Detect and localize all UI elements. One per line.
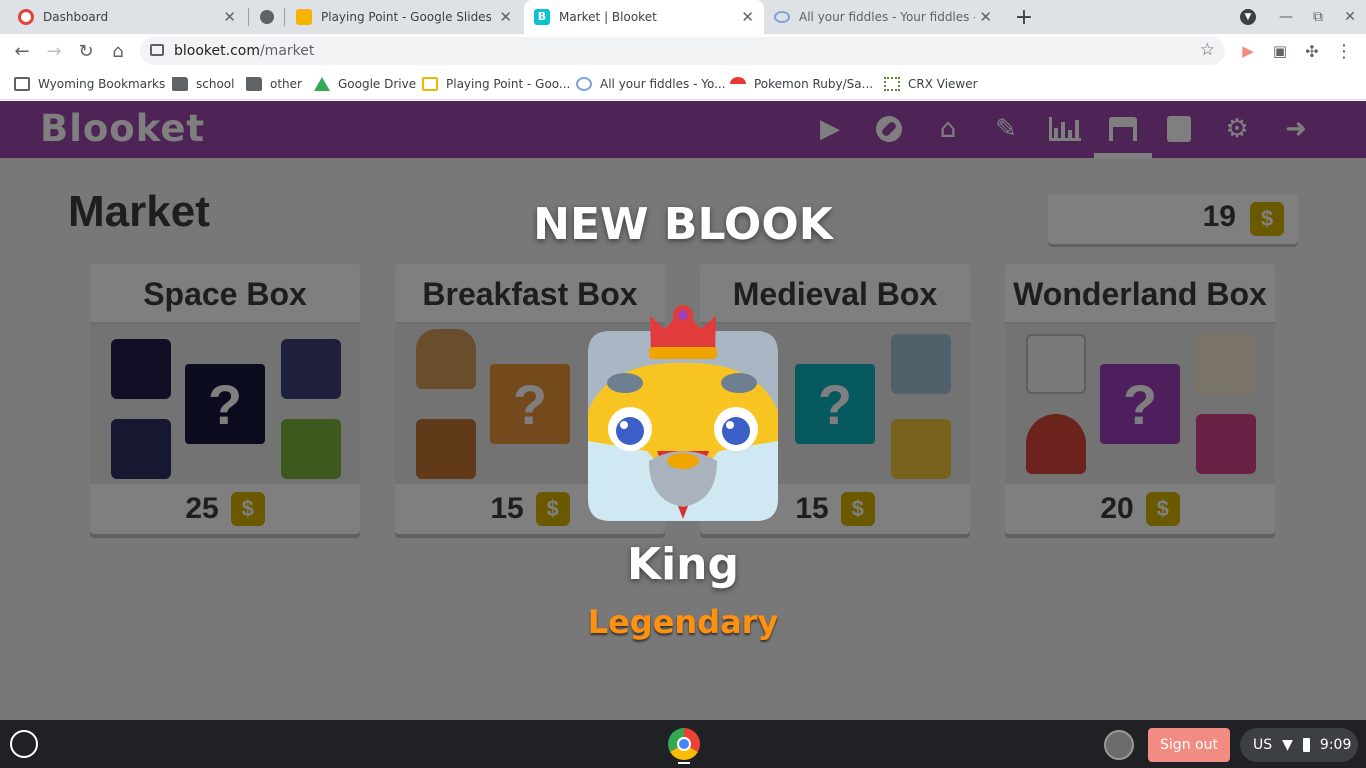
drive-icon: [314, 77, 330, 91]
browser-toolbar: ← → ↻ ⌂ blooket.com/market ☆ ▶ ▣ ✣ ⋮: [0, 34, 1366, 68]
new-blook-overlay[interactable]: NEW BLOOK King Legendary: [0, 101, 1366, 720]
tab-title: All your fiddles - Your fiddles - JS: [799, 10, 975, 24]
tab-title: Playing Point - Google Slides: [321, 10, 491, 24]
slides-icon: [422, 77, 438, 91]
close-icon[interactable]: ✕: [979, 9, 992, 25]
new-tab-icon[interactable]: +: [1010, 0, 1038, 34]
bookmark-playing-point[interactable]: Playing Point - Goo...: [422, 76, 570, 92]
close-icon[interactable]: ✕: [741, 9, 754, 25]
reload-icon[interactable]: ↻: [72, 34, 100, 68]
url-text[interactable]: blooket.com/market: [174, 43, 314, 59]
bookmark-google-drive[interactable]: Google Drive: [314, 76, 416, 92]
blooket-favicon: B: [534, 9, 550, 25]
url-domain: blooket.com: [174, 43, 260, 59]
extension-cast-icon[interactable]: ▶: [1234, 34, 1262, 68]
wifi-icon: ▼: [1282, 737, 1293, 753]
folder-icon: [246, 77, 262, 91]
jsfiddle-icon: [576, 77, 592, 91]
jsfiddle-favicon: [774, 11, 790, 23]
forward-icon[interactable]: →: [40, 34, 68, 68]
menu-icon[interactable]: ⋮: [1330, 34, 1358, 68]
bookmark-label: Playing Point - Goo...: [446, 77, 571, 91]
bookmark-label: All your fiddles - Yo...: [600, 77, 726, 91]
pokemon-icon: [730, 77, 746, 91]
minimize-icon[interactable]: —: [1272, 0, 1300, 34]
blooket-page: Blooket ▶ ⌂ ✎ ⚙ ➜ Market 19 $ Space Box …: [0, 101, 1366, 720]
bookmark-label: Wyoming Bookmarks: [38, 77, 166, 91]
slides-favicon: [296, 9, 312, 25]
bookmark-label: Pokemon Ruby/Sa...: [754, 77, 874, 91]
tab-dashboard[interactable]: Dashboard ✕: [8, 0, 246, 34]
tab-search-icon[interactable]: ▼: [1234, 0, 1262, 34]
star-icon[interactable]: ☆: [1200, 40, 1215, 60]
bookmark-pokemon[interactable]: Pokemon Ruby/Sa...: [730, 76, 873, 92]
clock: 9:09: [1319, 737, 1352, 753]
tab-circle[interactable]: [250, 0, 282, 34]
home-browser-icon[interactable]: ⌂: [104, 34, 132, 68]
close-icon[interactable]: ✕: [223, 9, 236, 25]
bookmarks-bar: Wyoming Bookmarks school other Google Dr…: [0, 68, 1366, 100]
window-close-icon[interactable]: ✕: [1336, 0, 1364, 34]
tab-title: Dashboard: [43, 10, 109, 24]
battery-icon: [1302, 738, 1310, 752]
bookmark-school[interactable]: school: [172, 76, 234, 92]
bookmark-other[interactable]: other: [246, 76, 302, 92]
close-icon[interactable]: ✕: [499, 9, 512, 25]
address-bar[interactable]: blooket.com/market ☆: [140, 37, 1225, 65]
folder-icon: [172, 77, 188, 91]
crx-icon: [884, 77, 900, 91]
bookmark-wyoming[interactable]: Wyoming Bookmarks: [14, 76, 165, 92]
bookmark-label: other: [270, 77, 302, 91]
tab-title: Market | Blooket: [559, 10, 657, 24]
maximize-icon[interactable]: ⧉: [1304, 0, 1332, 34]
bookmark-crx-viewer[interactable]: CRX Viewer: [884, 76, 978, 92]
blook-rarity: Legendary: [587, 603, 779, 641]
running-indicator: [678, 762, 690, 764]
blook-name: King: [627, 539, 739, 590]
site-info-icon[interactable]: [150, 44, 164, 56]
tab-blooket-market[interactable]: B Market | Blooket ✕: [524, 0, 764, 34]
url-path: /market: [259, 43, 315, 59]
bookmark-label: school: [196, 77, 235, 91]
avatar[interactable]: [1104, 730, 1134, 760]
sign-out-button[interactable]: Sign out: [1148, 728, 1230, 762]
dashboard-favicon: [18, 9, 34, 25]
bookmark-label: Google Drive: [338, 77, 417, 91]
system-tray[interactable]: US ▼ 9:09: [1240, 728, 1358, 762]
tab-jsfiddle[interactable]: All your fiddles - Your fiddles - JS ✕: [764, 0, 1002, 34]
king-blook-image: [588, 305, 778, 521]
chrome-icon[interactable]: [668, 728, 700, 760]
locale-indicator: US: [1253, 737, 1273, 753]
new-blook-heading: NEW BLOOK: [533, 199, 833, 250]
back-icon[interactable]: ←: [8, 34, 36, 68]
tab-divider: [248, 8, 249, 26]
extension-screen-icon[interactable]: ▣: [1266, 34, 1294, 68]
tab-divider: [284, 8, 285, 26]
circle-favicon: [260, 10, 274, 24]
tab-slides[interactable]: Playing Point - Google Slides ✕: [286, 0, 522, 34]
extensions-icon[interactable]: ✣: [1298, 34, 1326, 68]
launcher-icon[interactable]: [10, 730, 38, 758]
os-taskbar: Sign out US ▼ 9:09: [0, 720, 1366, 768]
bookmark-jsfiddle[interactable]: All your fiddles - Yo...: [576, 76, 726, 92]
tab-strip: Dashboard ✕ Playing Point - Google Slide…: [0, 0, 1366, 34]
bookmark-label: CRX Viewer: [908, 77, 978, 91]
bookmarks-icon: [14, 77, 30, 91]
